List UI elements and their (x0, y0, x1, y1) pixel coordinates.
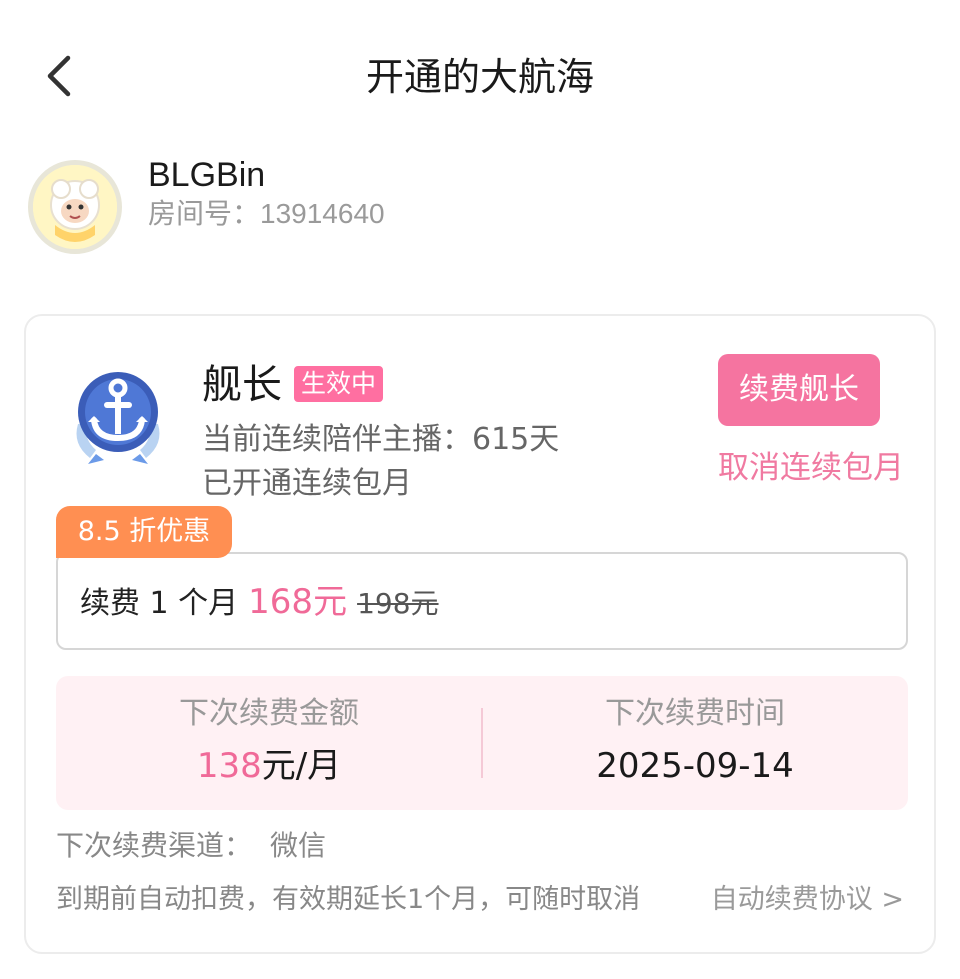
next-time: 下次续费时间 2025-09-14 (482, 676, 908, 810)
room-info: 房间号：13914640 (148, 196, 385, 232)
cancel-monthly-link[interactable]: 取消连续包月 (718, 448, 904, 488)
tier-name: 舰长 (202, 362, 282, 408)
renew-button[interactable]: 续费舰长 (718, 354, 880, 426)
status-badge: 生效中 (294, 366, 384, 402)
username: BLGBin (148, 156, 266, 194)
renew-price-option[interactable]: 续费 1 个月 168元 198元 (56, 552, 908, 650)
next-renewal-panel: 下次续费金额 138元/月 下次续费时间 2025-09-14 (56, 676, 908, 810)
channel-value: 微信 (270, 829, 327, 862)
price-row: 续费 1 个月 168元 198元 (80, 580, 439, 626)
original-price: 198元 (357, 587, 439, 620)
next-amount-label: 下次续费金额 (179, 696, 359, 731)
membership-card: 舰长 生效中 当前连续陪伴主播：615天 已开通连续包月 续费舰长 取消连续包月… (24, 314, 936, 954)
renew-channel: 下次续费渠道： 微信 (56, 826, 326, 866)
current-price: 168元 (248, 582, 348, 622)
room-label: 房间号： (148, 197, 261, 230)
anchor-badge-icon (76, 372, 160, 464)
next-amount: 下次续费金额 138元/月 (56, 676, 482, 810)
auto-renew-agreement-link[interactable]: 自动续费协议 > (711, 880, 904, 920)
discount-tag: 8.5 折优惠 (56, 506, 232, 558)
room-number: 13914640 (260, 198, 385, 229)
auto-renew-note: 到期前自动扣费，有效期延长1个月，可随时取消 (56, 884, 641, 915)
next-amount-value: 138元/月 (56, 744, 482, 788)
companion-days: 当前连续陪伴主播：615天 (202, 422, 560, 457)
channel-label: 下次续费渠道： (56, 829, 253, 862)
page: 开通的大航海 BLGBin 房间号：13914640 舰长 生效中 当前连续陪伴… (0, 0, 960, 979)
next-time-value: 2025-09-14 (596, 746, 794, 786)
avatar (28, 160, 122, 254)
next-time-label: 下次续费时间 (605, 696, 785, 731)
monthly-status: 已开通连续包月 (202, 466, 412, 501)
next-amount-unit: 元/月 (261, 746, 342, 786)
avatar-sheep (33, 165, 117, 249)
page-title: 开通的大航海 (365, 55, 594, 99)
next-amount-number: 138 (196, 746, 262, 786)
price-prefix: 续费 1 个月 (80, 586, 239, 621)
